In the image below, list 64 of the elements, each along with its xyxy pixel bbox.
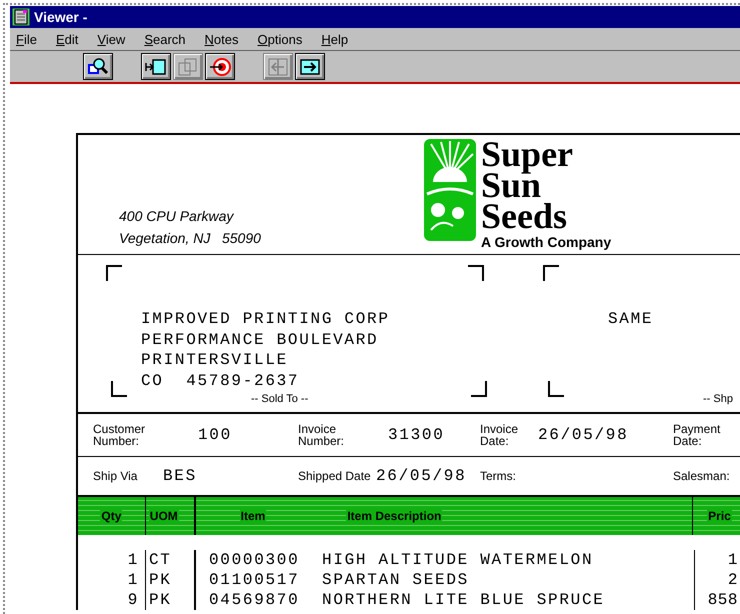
sold-to-address-line: IMPROVED PRINTING CORP bbox=[141, 309, 390, 330]
field-value: 31300 bbox=[388, 426, 445, 444]
pages-icon bbox=[177, 56, 199, 76]
table-cell: 00000300 HIGH ALTITUDE WATERMELON bbox=[196, 550, 695, 570]
crop-mark bbox=[543, 265, 559, 281]
toolbar-button[interactable] bbox=[141, 53, 171, 80]
toolbar-button[interactable] bbox=[83, 53, 113, 80]
field-value: 26/05/98 bbox=[376, 467, 466, 485]
column-header: Item bbox=[240, 509, 266, 523]
menu-item[interactable]: Search bbox=[138, 32, 192, 46]
field-label: Ship Via bbox=[93, 470, 138, 482]
table-cell: 1 bbox=[78, 550, 146, 570]
sold-to-address-line: CO 45789-2637 bbox=[141, 370, 300, 391]
field-label: Salesman: bbox=[673, 470, 730, 482]
column-header: UOM bbox=[148, 509, 179, 523]
app-icon bbox=[12, 8, 30, 26]
table-cell: 04569870 NORTHERN LITE BLUE SPRUCE bbox=[196, 590, 695, 610]
column-header: Qty bbox=[100, 509, 122, 523]
table-cell: 1 bbox=[78, 570, 146, 590]
import-icon bbox=[145, 56, 167, 76]
sold-to-caption: -- Sold To -- bbox=[251, 393, 308, 405]
return-address-line: Vegetation, NJ 55090 bbox=[119, 229, 262, 248]
crop-mark bbox=[471, 381, 487, 397]
target-icon bbox=[209, 56, 231, 76]
menu-item[interactable]: Notes bbox=[198, 32, 244, 46]
field-value: 26/05/98 bbox=[538, 426, 628, 444]
menu-item[interactable]: Options bbox=[252, 32, 308, 46]
column-header: Item Description bbox=[346, 509, 442, 523]
table-cell-text: 858 bbox=[706, 590, 738, 610]
ship-to-address-line: SAME bbox=[608, 310, 654, 328]
field-label: Invoice Date: bbox=[480, 423, 520, 447]
crop-mark bbox=[106, 265, 122, 281]
table-cell: 01100517 SPARTAN SEEDS bbox=[196, 570, 695, 590]
toolbar-button[interactable] bbox=[205, 53, 235, 80]
zoom-icon bbox=[87, 56, 109, 76]
sold-to-address-line: PRINTERSVILLE bbox=[141, 350, 289, 370]
company-name-line: Seeds bbox=[481, 201, 568, 232]
return-address-line: 400 CPU Parkway bbox=[119, 207, 235, 226]
sold-to-address-line: PERFORMANCE BOULEVARD bbox=[141, 330, 380, 350]
menu-item[interactable]: View bbox=[91, 32, 132, 46]
table-cell-text: 1 bbox=[726, 550, 738, 570]
crop-mark bbox=[548, 381, 564, 397]
window-title: Viewer - bbox=[34, 9, 88, 25]
menu-item[interactable]: Help bbox=[315, 32, 354, 46]
ship-to-caption: -- Shp bbox=[703, 393, 733, 405]
company-tagline: A Growth Company bbox=[481, 234, 612, 250]
table-cell: PK bbox=[146, 590, 196, 610]
field-label: Invoice Number: bbox=[298, 423, 346, 447]
field-label: Payment Date: bbox=[673, 423, 720, 447]
field-label: Shipped Date bbox=[298, 470, 372, 482]
field-label: Customer Number: bbox=[93, 423, 146, 447]
field-value: 100 bbox=[198, 426, 232, 444]
table-cell: 9 bbox=[78, 590, 146, 610]
table-cell-text: 2 bbox=[726, 570, 738, 590]
crop-mark bbox=[468, 265, 484, 281]
menu-item[interactable]: File bbox=[10, 32, 43, 46]
field-value: BES bbox=[163, 467, 197, 485]
column-header: Pric bbox=[707, 509, 732, 523]
table-cell: CT bbox=[146, 550, 196, 570]
crop-mark bbox=[111, 381, 127, 397]
toolbar-button[interactable] bbox=[295, 53, 325, 80]
table-cell: PK bbox=[146, 570, 196, 590]
menu-item[interactable]: Edit bbox=[50, 32, 84, 46]
field-label: Terms: bbox=[480, 470, 516, 482]
